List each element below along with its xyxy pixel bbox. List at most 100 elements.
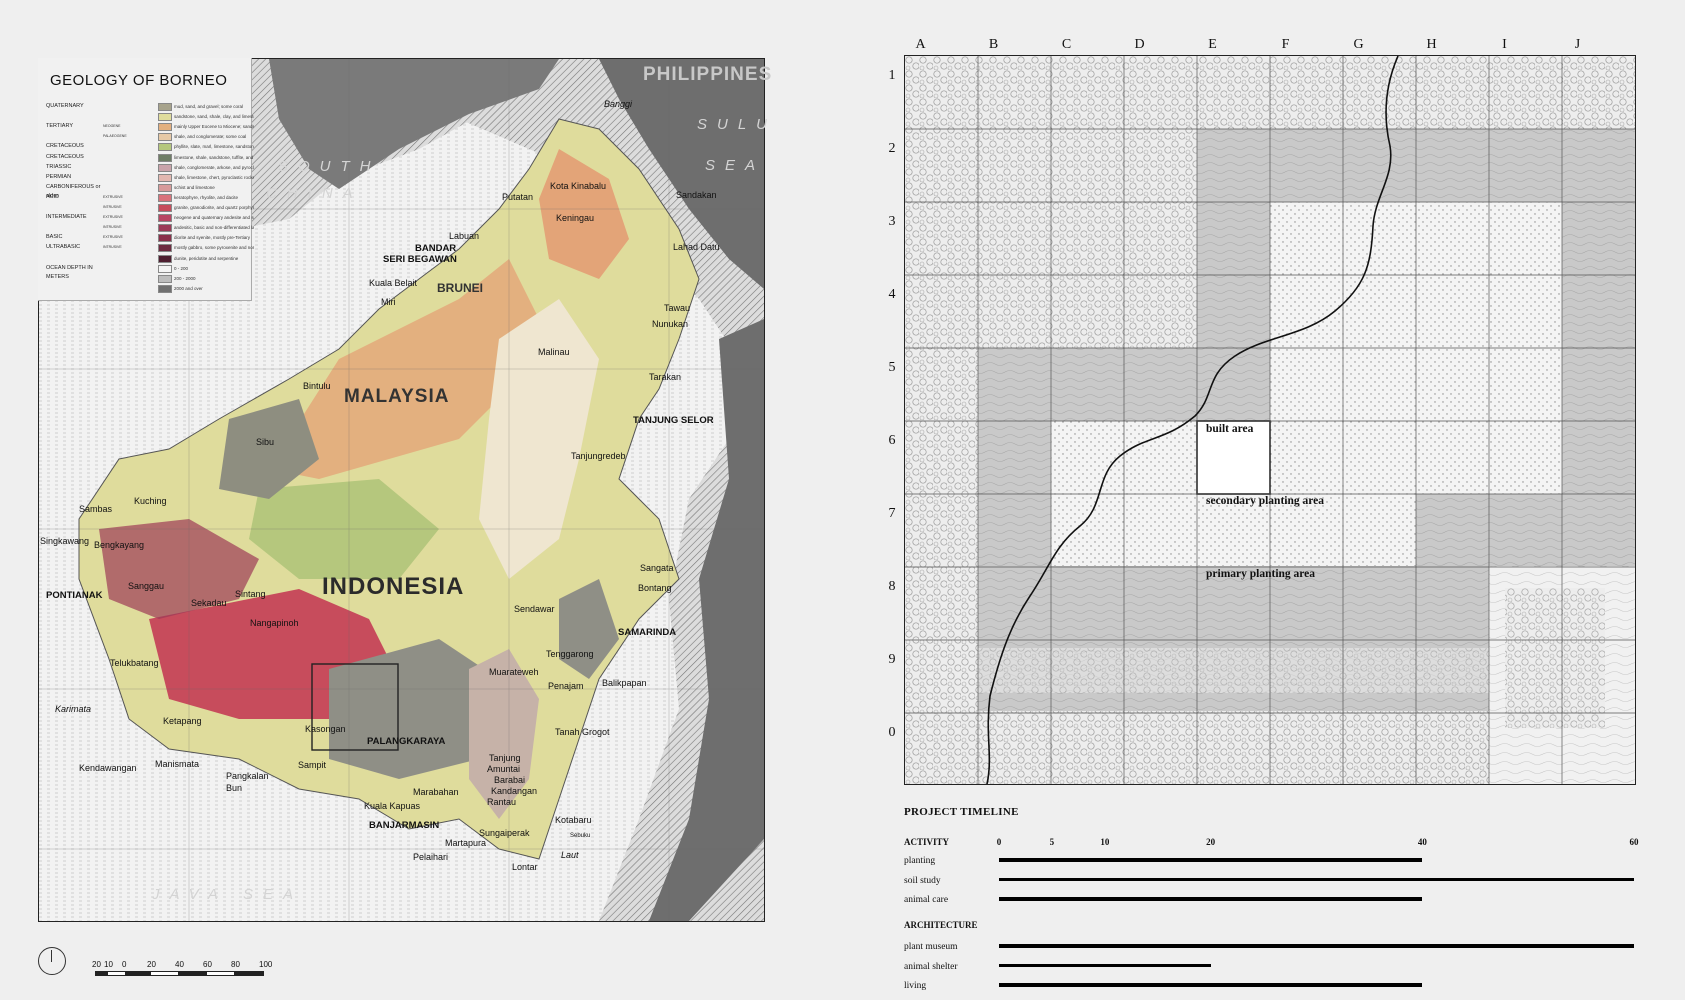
- legend-description: 2000 and over: [174, 285, 203, 291]
- label-sandakan: Sandakan: [676, 190, 717, 200]
- legend-row: INTERMEDIATE EXTRUSIVE neogene and quatern…: [46, 213, 254, 223]
- label-barabai: Barabai: [494, 775, 526, 785]
- label-pangkalan-bun: Pangkalan Bun: [226, 771, 269, 793]
- timeline-row-label: planting: [904, 856, 936, 866]
- legend-swatch: [158, 254, 172, 263]
- label-indonesia: INDONESIA: [322, 573, 465, 600]
- legend-description: mud, sand, and gravel; some coral: [174, 104, 244, 109]
- label-tenggarong: Tenggarong: [546, 649, 594, 659]
- scale-label: 40: [175, 960, 184, 969]
- label-kuala-kapuas: Kuala Kapuas: [364, 801, 421, 811]
- legend-subcategory: INTRUSIVE: [103, 245, 122, 250]
- grid-row-label: 3: [888, 213, 896, 229]
- label-sea-java: SEA: [243, 886, 304, 903]
- label-sendawar: Sendawar: [514, 604, 555, 614]
- zone-label-secondary: secondary planting area: [1206, 495, 1324, 507]
- scale-segment: [125, 971, 152, 976]
- legend-row: sandstone, sand, shale, clay, and limest…: [46, 112, 254, 122]
- legend-description: 200 - 2000: [174, 275, 196, 281]
- label-labuan: Labuan: [449, 231, 480, 241]
- label-tanjungredeb: Tanjungredeb: [571, 451, 626, 461]
- label-laut: Laut: [561, 850, 579, 860]
- grid-row-label: 8: [888, 578, 896, 594]
- legend-subcategory: EXTRUSIVE: [103, 194, 123, 199]
- legend-swatch: [158, 173, 172, 182]
- label-philippines: PHILIPPINES: [643, 64, 773, 85]
- legend-description: shale, and conglomerate; some coal: [174, 134, 247, 140]
- legend-description: sandstone, sand, shale, clay, and limest…: [174, 114, 254, 120]
- legend-swatch: [158, 264, 172, 273]
- label-tanah-grogot: Tanah Grogot: [555, 727, 610, 737]
- label-kendawangan: Kendawangan: [79, 763, 137, 773]
- zone-label-built: built area: [1206, 423, 1254, 435]
- legend-category: TRIASSIC: [46, 163, 72, 170]
- legend-swatch: [158, 234, 172, 243]
- legend-description: keratophyre, rhyolite, and dacite: [174, 194, 239, 200]
- scale-label: 100: [259, 960, 273, 969]
- timeline-bar: [999, 858, 1423, 862]
- legend-row: BASIC EXTRUSIVE diorite and syenite, mostl…: [46, 233, 250, 243]
- label-tanjung: Tanjung: [489, 753, 521, 763]
- map-legend: GEOLOGY OF BORNEO QUATERNARY mud, sand, a…: [38, 58, 254, 301]
- grid-row-label: 2: [888, 140, 896, 156]
- grid-column-label: H: [1426, 37, 1437, 52]
- grid-row-label: 9: [888, 651, 896, 667]
- legend-row: ULTRABASIC INTRUSIVE mostly gabbro, some p…: [46, 243, 254, 253]
- label-tanjung-selor: TANJUNG SELOR: [633, 415, 714, 426]
- label-lontar: Lontar: [512, 862, 538, 872]
- label-bontang: Bontang: [638, 583, 672, 593]
- label-sintang: Sintang: [235, 589, 266, 599]
- timeline-bar: [999, 963, 1211, 967]
- legend-row: dunite, peridotite and serpentine: [46, 254, 246, 263]
- label-malinau: Malinau: [538, 347, 570, 357]
- legend-description: phyllite, slate, marl, limestone, sandst…: [174, 144, 254, 150]
- timeline-tick-label: 10: [1100, 837, 1110, 847]
- label-amuntai: Amuntai: [487, 764, 521, 774]
- label-malaysia: MALAYSIA: [344, 386, 450, 407]
- grid-column-label: G: [1353, 37, 1364, 52]
- scale-segment: [206, 971, 236, 976]
- legend-swatch: [158, 183, 172, 192]
- label-banggi: Banggi: [604, 99, 633, 109]
- label-brunei: BRUNEI: [437, 281, 484, 295]
- grid-row-label: 6: [888, 432, 896, 448]
- legend-swatch: [158, 244, 172, 253]
- legend-description: shale, conglomerate, arkose, and pyrocla…: [174, 164, 254, 170]
- legend-swatch: [158, 103, 172, 111]
- legend-swatch: [158, 193, 172, 202]
- legend-row: CRETACEOUS phyllite, slate, marl, limesto…: [46, 142, 254, 152]
- label-java: JAVA: [152, 886, 228, 903]
- legend-description: neogene and quaternary andesite and some…: [174, 215, 254, 221]
- label-bandar: BANDAR: [415, 243, 457, 254]
- scale-segment: [234, 971, 264, 976]
- timeline-bar: [999, 983, 1423, 987]
- grid-column-label: I: [1502, 37, 1507, 52]
- timeline-row-label: animal care: [904, 895, 949, 905]
- label-telukbatang: Telukbatang: [110, 658, 159, 668]
- legend-subcategory: NEOGENE: [103, 124, 121, 129]
- site-grid: [904, 55, 1636, 785]
- legend-row: OCEAN DEPTH IN METERS 0 - 200: [46, 264, 246, 280]
- timeline-tick-label: 5: [1049, 837, 1055, 847]
- label-rantau: Rantau: [487, 797, 517, 807]
- legend-row: INTRUSIVE andesitic, basic and non-differ…: [46, 223, 254, 233]
- legend-category: TERTIARY: [46, 123, 73, 130]
- timeline-row-label: plant museum: [904, 942, 958, 952]
- timeline-activity-header: ACTIVITY: [904, 837, 950, 847]
- label-bintulu: Bintulu: [303, 381, 331, 391]
- scale-segment: [178, 971, 208, 976]
- label-palangkaraya: PALANGKARAYA: [367, 736, 446, 747]
- legend-category: INTERMEDIATE: [46, 214, 87, 221]
- label-singkawang: Singkawang: [40, 536, 90, 546]
- timeline-bar: [999, 897, 1423, 901]
- legend-category: QUATERNARY: [46, 103, 84, 109]
- grid-column-label: C: [1061, 37, 1072, 52]
- scale-label: 80: [231, 960, 240, 969]
- legend-description: shale, limestone, chert, pyroclastic roc…: [174, 174, 254, 180]
- timeline-row-label: soil study: [904, 875, 941, 886]
- label-seri-begawan: SERI BEGAWAN: [383, 254, 457, 265]
- legend-category: CRETACEOUS: [46, 143, 84, 150]
- legend-subcategory: INTRUSIVE: [103, 205, 122, 209]
- timeline-architecture-header: ARCHITECTURE: [904, 920, 978, 930]
- legend-subcategory: EXTRUSIVE: [103, 215, 123, 220]
